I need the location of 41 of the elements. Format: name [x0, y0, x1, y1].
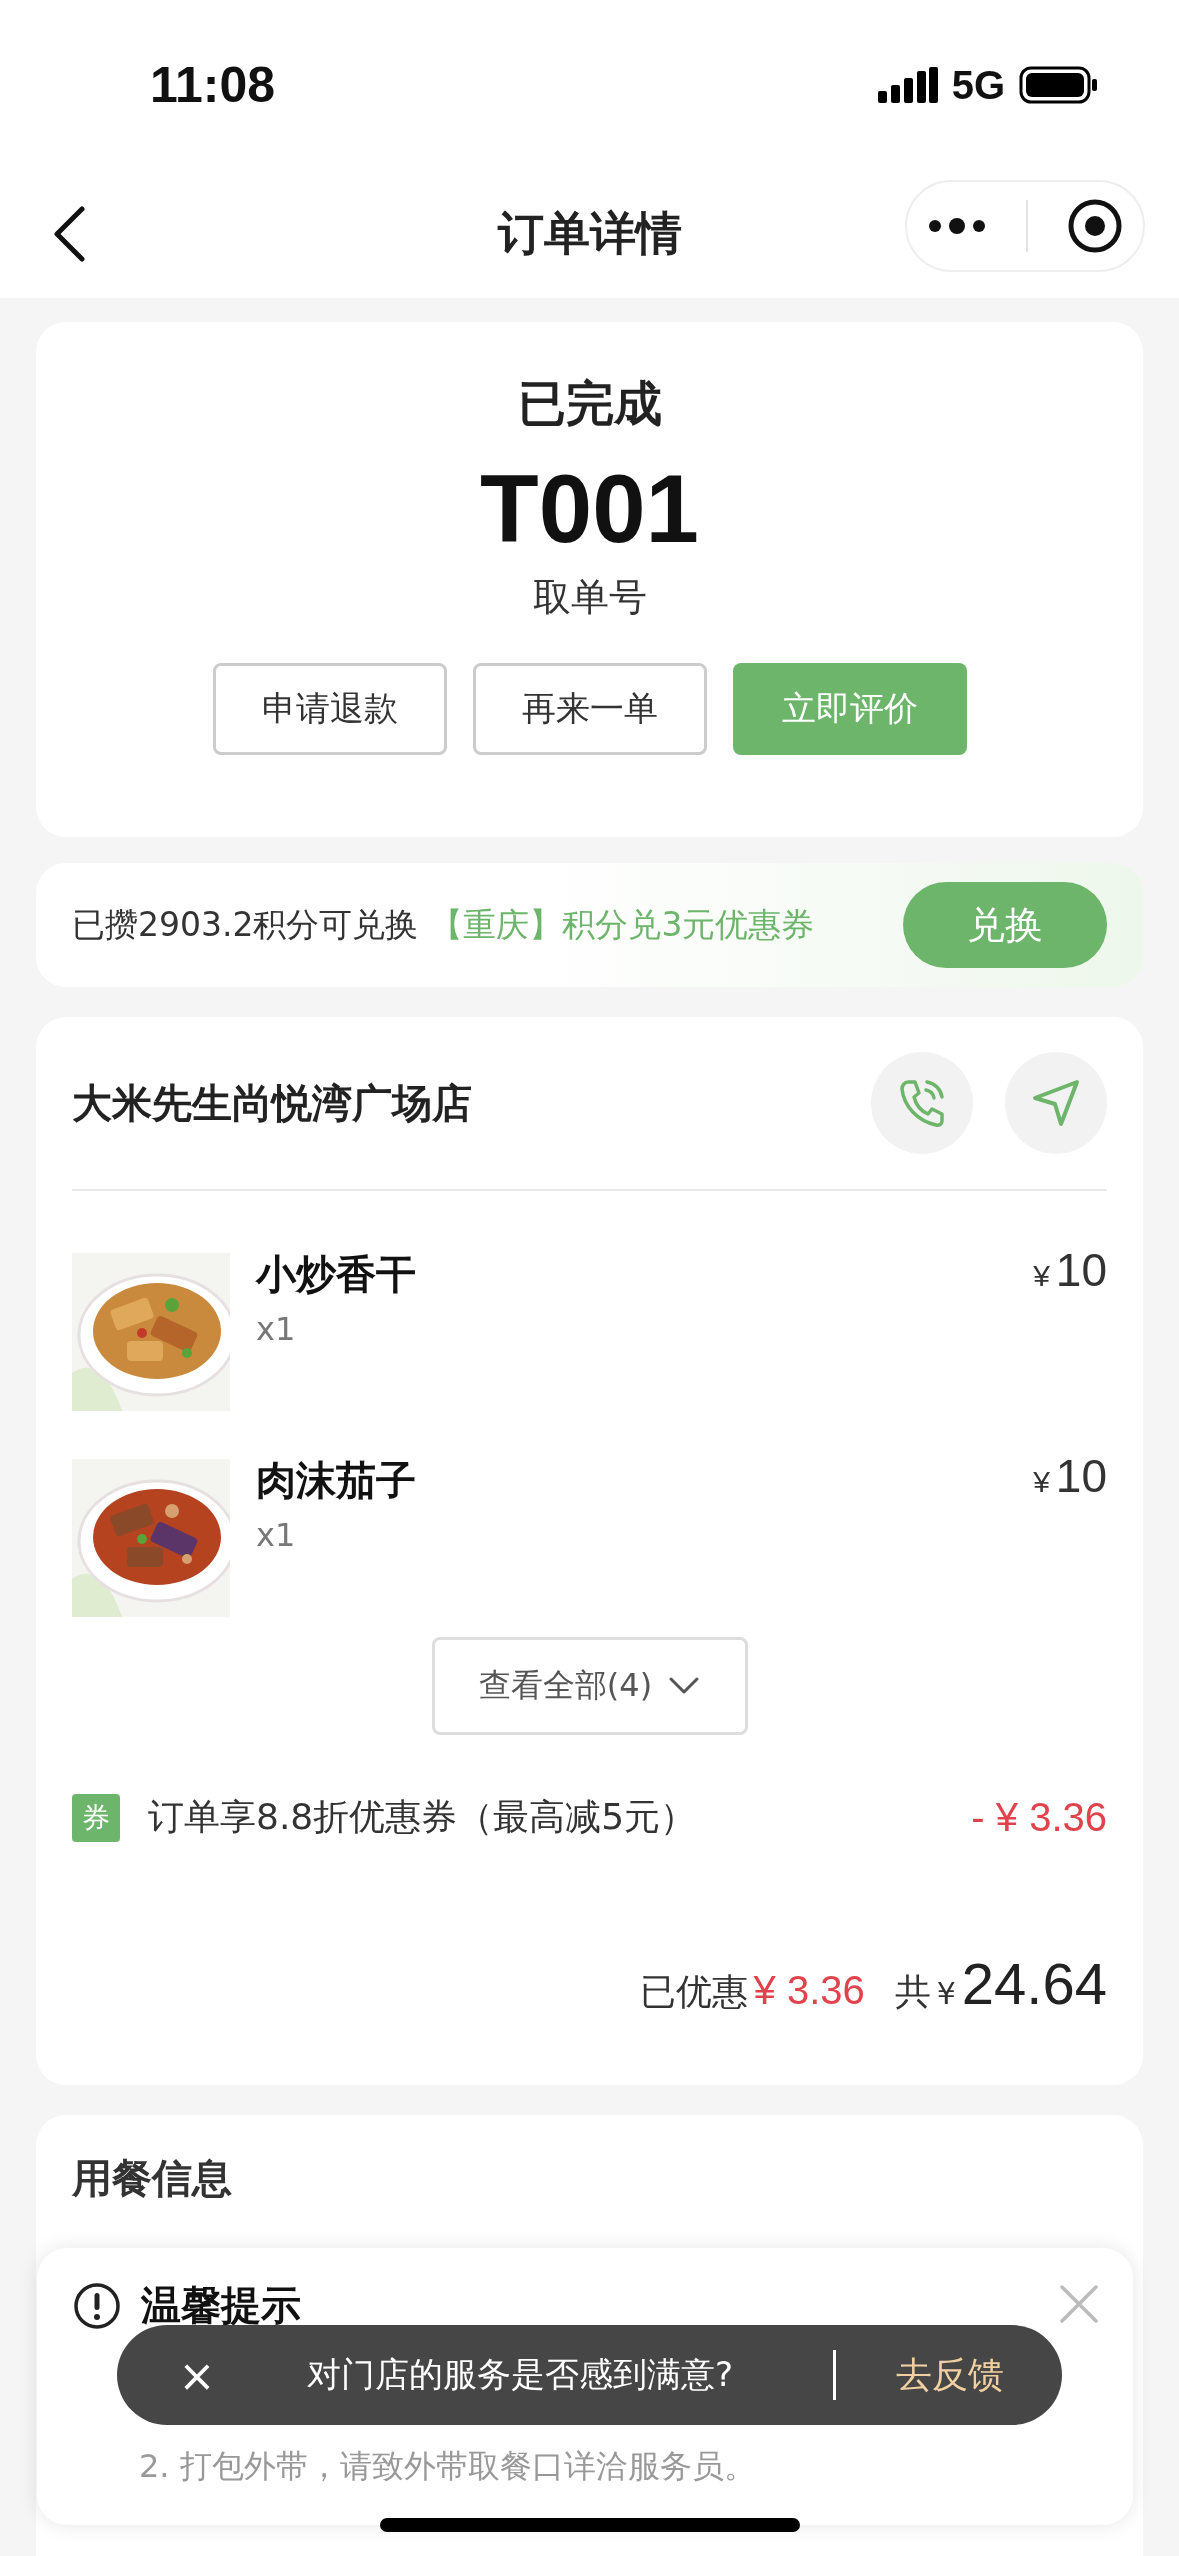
- pickup-label: 取单号: [532, 573, 647, 621]
- phone-icon: [898, 1078, 946, 1128]
- more-icon[interactable]: [926, 216, 987, 236]
- dish-name: 小炒香干: [256, 1250, 417, 1299]
- close-mini-program-icon[interactable]: [1067, 198, 1124, 254]
- signal-icon: [877, 67, 938, 103]
- feedback-link[interactable]: 去反馈: [836, 2350, 1012, 2400]
- total-amount: 24.64: [961, 1950, 1107, 2017]
- page-title: 订单详情: [497, 205, 682, 262]
- dish-price: ¥10: [1033, 1449, 1107, 1503]
- currency-symbol: ¥: [936, 1976, 956, 2011]
- order-status: 已完成: [517, 374, 662, 433]
- coupon-text: 订单享8.8折优惠券（最高减5元）: [148, 1795, 698, 1839]
- close-button[interactable]: ×: [167, 2349, 227, 2401]
- dish-quantity: x1: [256, 1516, 297, 1554]
- dish-price: ¥10: [1033, 1243, 1107, 1297]
- navigation-arrow-icon: [1031, 1078, 1081, 1128]
- tip-text: 2. 打包外带，请致外带取餐口详洽服务员。: [139, 2446, 757, 2487]
- coupon-badge: 券: [72, 1793, 120, 1842]
- status-time: 11:08: [150, 56, 276, 114]
- dish-name: 肉沫茄子: [256, 1456, 417, 1505]
- dish-quantity: x1: [256, 1310, 297, 1348]
- points-text: 已攒2903.2积分可兑换: [72, 903, 419, 946]
- store-name: 大米先生尚悦湾广场店: [72, 1078, 473, 1128]
- pickup-number: T001: [480, 456, 699, 562]
- toast-message: 对门店的服务是否感到满意?: [307, 2353, 735, 2396]
- back-icon[interactable]: [52, 206, 86, 262]
- view-all-button[interactable]: 查看全部(4): [431, 1637, 748, 1735]
- section-title: 用餐信息: [72, 2155, 232, 2201]
- action-button[interactable]: 申请退款: [212, 662, 447, 755]
- info-icon: [73, 2281, 121, 2330]
- battery-icon: [1019, 66, 1099, 104]
- total-label: 共: [894, 1970, 931, 2014]
- discount-amount: ¥ 3.36: [753, 1968, 865, 2013]
- action-button[interactable]: 再来一单: [472, 662, 707, 755]
- discount-label: 已优惠: [639, 1970, 748, 2014]
- network-label: 5G: [951, 62, 1005, 108]
- coupon-amount: - ¥ 3.36: [971, 1795, 1107, 1840]
- points-offer: 【重庆】积分兑3元优惠券: [430, 903, 816, 946]
- chevron-down-icon: [668, 1676, 701, 1696]
- tip-title: 温馨提示: [141, 2281, 301, 2330]
